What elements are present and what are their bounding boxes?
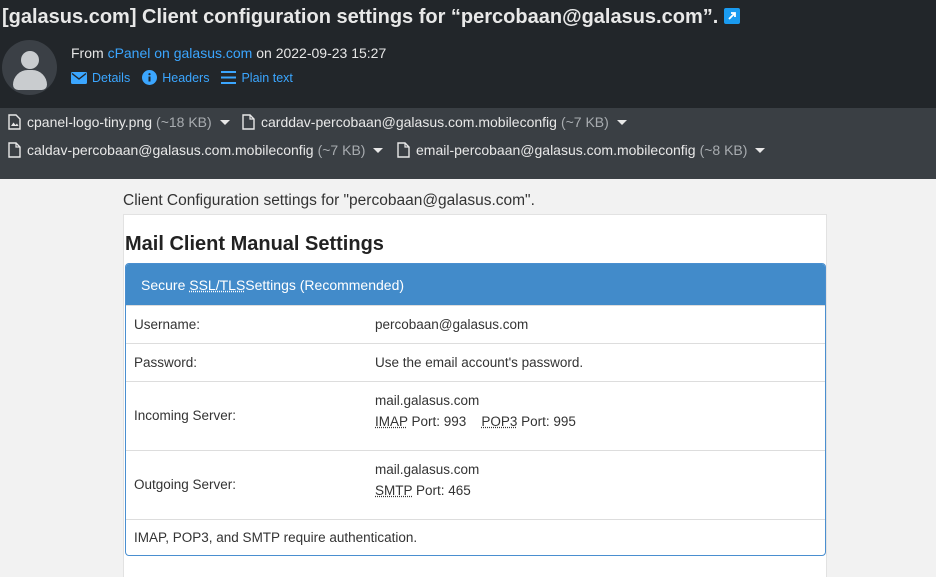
- outgoing-server-row: Outgoing Server: mail.galasus.com SMTP P…: [126, 450, 825, 519]
- incoming-label: Incoming Server:: [134, 408, 237, 423]
- settings-heading: Mail Client Manual Settings: [125, 233, 384, 255]
- plain-text-button[interactable]: Plain text: [221, 70, 293, 85]
- headers-button[interactable]: Headers: [142, 70, 209, 85]
- incoming-value: mail.galasus.com IMAP Port: 993 POP3 Por…: [375, 390, 576, 432]
- pop3-port: Port: 995: [517, 414, 576, 429]
- pop3-abbr: POP3: [481, 414, 518, 429]
- ssl-tls-abbr: SSL/TLS: [189, 276, 246, 293]
- envelope-icon: [71, 71, 87, 84]
- attachment-size: (~7 KB): [317, 142, 366, 158]
- plain-text-label: Plain text: [241, 70, 293, 85]
- imap-port: Port: 993: [407, 414, 467, 429]
- sender-avatar: [2, 40, 57, 95]
- attachment-item[interactable]: carddav-percobaan@galasus.com.mobileconf…: [242, 114, 627, 130]
- chevron-down-icon[interactable]: [755, 147, 766, 153]
- imap-abbr: IMAP: [375, 414, 408, 429]
- panel-title: Secure SSL/TLS Settings (Recommended): [126, 264, 825, 305]
- message-header: [galasus.com] Client configuration setti…: [0, 0, 936, 108]
- on-label: on: [256, 45, 272, 61]
- attachment-name: caldav-percobaan@galasus.com.mobileconfi…: [27, 142, 314, 158]
- outgoing-label: Outgoing Server:: [134, 477, 237, 492]
- attachment-item[interactable]: email-percobaan@galasus.com.mobileconfig…: [397, 142, 766, 158]
- auth-note-row: IMAP, POP3, and SMTP require authenticat…: [126, 519, 825, 555]
- outgoing-ports: SMTP Port: 465: [375, 480, 479, 501]
- incoming-server-row: Incoming Server: mail.galasus.com IMAP P…: [126, 381, 825, 450]
- chevron-down-icon[interactable]: [219, 119, 230, 125]
- avatar-body-shape: [13, 70, 47, 90]
- attachment-name: carddav-percobaan@galasus.com.mobileconf…: [261, 114, 557, 130]
- image-file-icon: [8, 114, 21, 130]
- username-row: Username: percobaan@galasus.com: [126, 305, 825, 343]
- outgoing-value: mail.galasus.com SMTP Port: 465: [375, 459, 479, 501]
- chevron-down-icon[interactable]: [616, 119, 627, 125]
- username-label: Username:: [134, 317, 201, 332]
- header-actions: Details Headers Plain text: [71, 70, 293, 85]
- message-body: Client Configuration settings for "perco…: [0, 179, 936, 577]
- from-prefix: From: [71, 45, 104, 61]
- headers-label: Headers: [162, 70, 210, 85]
- intro-text: Client Configuration settings for "perco…: [123, 192, 535, 209]
- file-icon: [8, 142, 21, 158]
- file-icon: [242, 114, 255, 130]
- outgoing-host: mail.galasus.com: [375, 462, 480, 477]
- attachment-size: (~8 KB): [699, 142, 748, 158]
- subject-text: [galasus.com] Client configuration setti…: [2, 6, 719, 28]
- message-subject: [galasus.com] Client configuration setti…: [2, 6, 741, 29]
- password-value: Use the email account's password.: [375, 355, 584, 370]
- attachment-size: (~7 KB): [560, 114, 609, 130]
- from-line: From cPanel on galasus.com on 2022-09-23…: [71, 45, 386, 61]
- info-icon: [142, 70, 158, 85]
- password-label: Password:: [134, 355, 198, 370]
- attachment-item[interactable]: caldav-percobaan@galasus.com.mobileconfi…: [8, 142, 384, 158]
- password-row: Password: Use the email account's passwo…: [126, 343, 825, 381]
- auth-note: IMAP, POP3, and SMTP require authenticat…: [134, 530, 418, 545]
- attachment-name: cpanel-logo-tiny.png: [27, 114, 153, 130]
- attachment-bar: cpanel-logo-tiny.png (~18 KB) carddav-pe…: [0, 108, 936, 179]
- smtp-port: Port: 465: [412, 483, 471, 498]
- chevron-down-icon[interactable]: [373, 147, 384, 153]
- settings-card: Mail Client Manual Settings Secure SSL/T…: [123, 214, 827, 577]
- attachment-name: email-percobaan@galasus.com.mobileconfig: [416, 142, 696, 158]
- smtp-abbr: SMTP: [375, 483, 413, 498]
- panel-title-post: Settings (Recommended): [245, 276, 405, 293]
- ssl-settings-panel: Secure SSL/TLS Settings (Recommended) Us…: [125, 263, 826, 556]
- incoming-host: mail.galasus.com: [375, 393, 480, 408]
- details-button[interactable]: Details: [71, 70, 130, 85]
- details-label: Details: [92, 70, 131, 85]
- attachment-item[interactable]: cpanel-logo-tiny.png (~18 KB): [8, 114, 230, 130]
- sender-link[interactable]: cPanel on galasus.com: [108, 45, 253, 61]
- avatar-head-shape: [21, 51, 39, 69]
- open-external-icon[interactable]: [724, 8, 741, 24]
- username-value: percobaan@galasus.com: [375, 317, 529, 332]
- file-icon: [397, 142, 410, 158]
- incoming-ports: IMAP Port: 993 POP3 Port: 995: [375, 411, 576, 432]
- panel-title-pre: Secure: [141, 276, 186, 293]
- message-date: 2022-09-23 15:27: [275, 45, 387, 61]
- lines-icon: [221, 71, 237, 84]
- attachment-size: (~18 KB): [156, 114, 212, 130]
